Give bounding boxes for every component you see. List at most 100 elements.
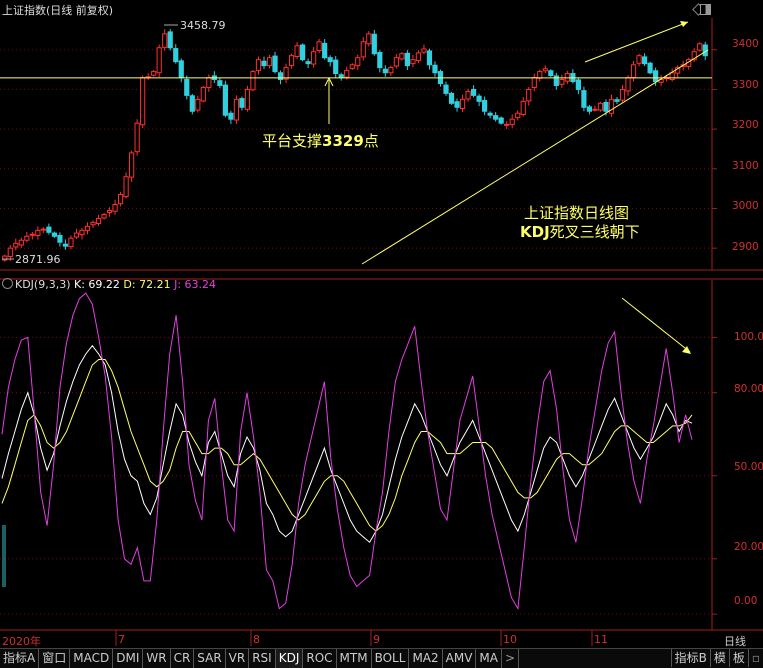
candle-body <box>79 229 85 236</box>
tab-cr[interactable]: CR <box>171 649 195 668</box>
candle-body <box>316 41 322 52</box>
candle-body <box>371 33 377 55</box>
candle-body <box>250 71 256 91</box>
candle-body <box>244 88 251 110</box>
candle-body <box>222 84 228 116</box>
x-label-8: 8 <box>253 633 260 646</box>
tab-sar[interactable]: SAR <box>194 649 226 668</box>
candle-body <box>393 57 399 67</box>
candle-body <box>62 243 69 247</box>
candle-body <box>399 53 405 60</box>
candle-body <box>46 226 52 233</box>
upper-trend-arrowhead <box>680 21 688 27</box>
candle-body <box>487 112 493 116</box>
candle-body <box>647 62 653 74</box>
kdj-name: KDJ(9,3,3) <box>15 278 71 291</box>
candle-body <box>597 102 604 111</box>
candle-body <box>697 43 703 51</box>
tab-amv[interactable]: AMV <box>443 649 477 668</box>
tab-dmi[interactable]: DMI <box>113 649 144 668</box>
candle-body <box>498 117 504 124</box>
candle-body <box>426 50 433 66</box>
tab-macd[interactable]: MACD <box>70 649 114 668</box>
candle-body <box>233 98 240 121</box>
candle-body <box>167 31 173 49</box>
candle-body <box>322 42 328 59</box>
tab-indicator-a[interactable]: 指标A <box>0 649 40 668</box>
tab-wr[interactable]: WR <box>143 649 171 668</box>
tab-rsi[interactable]: RSI <box>249 649 276 668</box>
candle-body <box>669 72 675 81</box>
kdj-tick-100: 100.00 <box>734 331 763 343</box>
candle-body <box>68 237 74 248</box>
candle-body <box>349 64 355 69</box>
tab-template[interactable]: 模 <box>711 649 730 667</box>
candle-body <box>300 44 306 61</box>
chart-canvas <box>0 18 763 646</box>
candle-body <box>156 47 162 74</box>
kdj-tick-80: 80.00 <box>734 383 763 395</box>
candle-body <box>51 232 57 237</box>
price-tick-3100: 3100 <box>732 160 759 172</box>
tab-indicator-b[interactable]: 指标B <box>670 649 711 667</box>
tabs-collapse-icon[interactable]: ▫ <box>749 649 763 667</box>
candle-body <box>311 51 317 65</box>
scroll-indicator[interactable] <box>2 525 6 587</box>
tab-window[interactable]: 窗口 <box>39 649 71 668</box>
candle-body <box>178 60 184 79</box>
kdj-line-j <box>1 292 693 611</box>
candle-body <box>614 99 620 102</box>
candle-body <box>448 92 455 104</box>
x-label-9: 9 <box>373 633 380 646</box>
tab-ma2[interactable]: MA2 <box>409 649 443 668</box>
low-price-label: 2871.96 <box>15 253 61 266</box>
kdj-lines <box>1 292 693 611</box>
candle-body <box>338 74 344 79</box>
kdj-ticks <box>712 336 717 615</box>
candle-body <box>228 112 234 120</box>
candle-body <box>526 88 532 102</box>
candle-body <box>333 59 339 75</box>
candle-body <box>40 228 46 231</box>
candle-body <box>272 55 278 73</box>
x-label-11: 11 <box>594 633 608 646</box>
kdj-line-d <box>1 359 693 532</box>
candle-body <box>283 67 289 80</box>
candle-body <box>288 55 295 67</box>
x-label-7: 7 <box>118 633 125 646</box>
candle-body <box>641 56 648 65</box>
candle-body <box>189 95 195 112</box>
candle-body <box>592 108 598 111</box>
candle-body <box>277 72 284 81</box>
tab-mtm[interactable]: MTM <box>337 649 372 668</box>
candle-body <box>134 122 140 153</box>
kdj-header: KDJ(9,3,3) K: 69.22 D: 72.21 J: 63.24 <box>2 276 216 294</box>
support-annotation: 平台支撑3329点 <box>262 132 379 150</box>
candle-body <box>35 229 41 236</box>
candle-body <box>482 100 488 112</box>
tab-vr[interactable]: VR <box>226 649 250 668</box>
candle-body <box>493 115 499 120</box>
tab-roc[interactable]: ROC <box>303 649 337 668</box>
tabs-scroll-right-icon[interactable]: > <box>502 649 520 668</box>
candle-body <box>239 98 245 108</box>
candle-body <box>18 239 24 246</box>
tab-board[interactable]: 板 <box>730 649 749 667</box>
tabs-right-group: 指标B 模 板 ▫ <box>670 649 763 667</box>
candle-body <box>84 225 91 231</box>
candle-body <box>29 233 35 236</box>
x-label-10: 10 <box>503 633 517 646</box>
tab-ma[interactable]: MA <box>476 649 502 668</box>
candle-body <box>476 95 482 102</box>
kdj-gridlines <box>0 336 712 615</box>
period-label[interactable]: 日线 <box>724 633 746 649</box>
tab-kdj[interactable]: KDJ <box>275 649 304 668</box>
tab-boll[interactable]: BOLL <box>372 649 410 668</box>
candle-body <box>575 79 581 90</box>
candle-body <box>537 71 543 79</box>
caption-line2: KDJ死叉三线朝下 <box>520 223 640 241</box>
candle-body <box>586 106 593 112</box>
candle-body <box>57 234 63 243</box>
price-tick-3000: 3000 <box>732 200 759 212</box>
kdj-tick-0: 0.00 <box>734 595 758 607</box>
